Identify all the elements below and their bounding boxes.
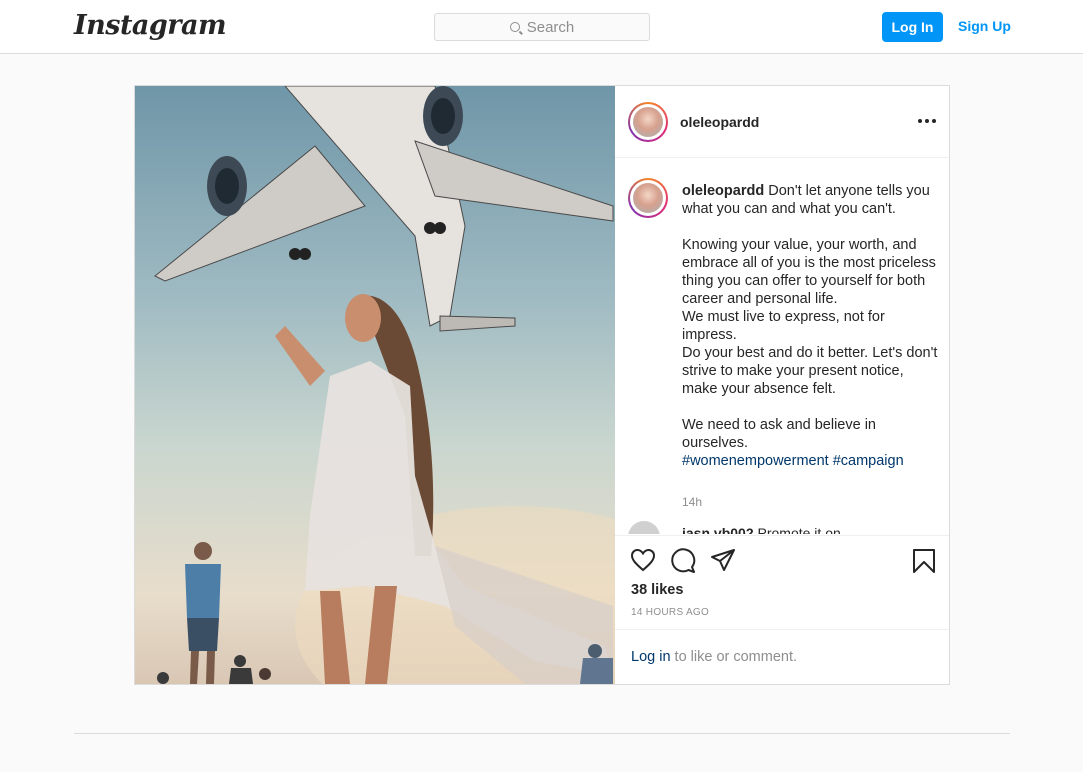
likes-count[interactable]: 38 likes (631, 582, 683, 598)
comment-icon[interactable] (670, 548, 696, 574)
post-timestamp: 14 HOURS AGO (631, 607, 710, 618)
comments-section: oleleopardd Don't let anyone tells you w… (615, 159, 949, 534)
caption-username[interactable]: oleleopardd (682, 183, 764, 199)
caption-text-2: Knowing your value, your worth, and embr… (682, 237, 936, 307)
post-actions: 38 likes 14 HOURS AGO (615, 535, 949, 628)
search-icon (509, 22, 520, 32)
instagram-logo[interactable]: Instagram (74, 10, 227, 41)
log-in-button[interactable]: Log In (882, 12, 943, 42)
log-in-link[interactable]: Log in (631, 649, 671, 665)
bookmark-icon[interactable] (912, 548, 936, 574)
caption-timestamp: 14h (682, 495, 703, 509)
post-header: oleleopardd (615, 86, 949, 158)
comment-text: Promote it on (753, 525, 841, 534)
post-username[interactable]: oleleopardd (680, 114, 759, 130)
sign-up-link[interactable]: Sign Up (958, 18, 1011, 34)
login-prompt-text: to like or comment. (670, 649, 798, 665)
caption: oleleopardd Don't let anyone tells you w… (682, 182, 942, 470)
comment-item: iasn.vb002 Promote it on (682, 525, 841, 534)
post-photo[interactable] (135, 86, 615, 684)
comment-username[interactable]: iasn.vb002 (682, 525, 754, 534)
caption-text-4: Do your best and do it better. Let's don… (682, 345, 938, 397)
caption-text-3: We must live to express, not for impress… (682, 309, 885, 343)
post-sidebar: oleleopardd oleleopardd Don't let anyone… (615, 86, 949, 684)
share-icon[interactable] (710, 548, 736, 572)
commenter-avatar[interactable] (628, 521, 660, 534)
top-nav-bar: Instagram Search Log In Sign Up (0, 0, 1083, 54)
search-placeholder: Search (526, 18, 575, 36)
login-prompt: Log in to like or comment. (615, 629, 949, 684)
footer-divider (74, 733, 1010, 734)
more-icon[interactable] (918, 119, 936, 123)
avatar[interactable] (628, 102, 668, 142)
heart-icon[interactable] (630, 548, 656, 572)
hashtag-links[interactable]: #womenempowerment #campaign (682, 453, 904, 469)
caption-text-5: We need to ask and believe in ourselves. (682, 417, 877, 451)
caption-avatar[interactable] (628, 178, 668, 218)
post-card: oleleopardd oleleopardd Don't let anyone… (134, 85, 950, 685)
search-input[interactable]: Search (434, 13, 650, 41)
